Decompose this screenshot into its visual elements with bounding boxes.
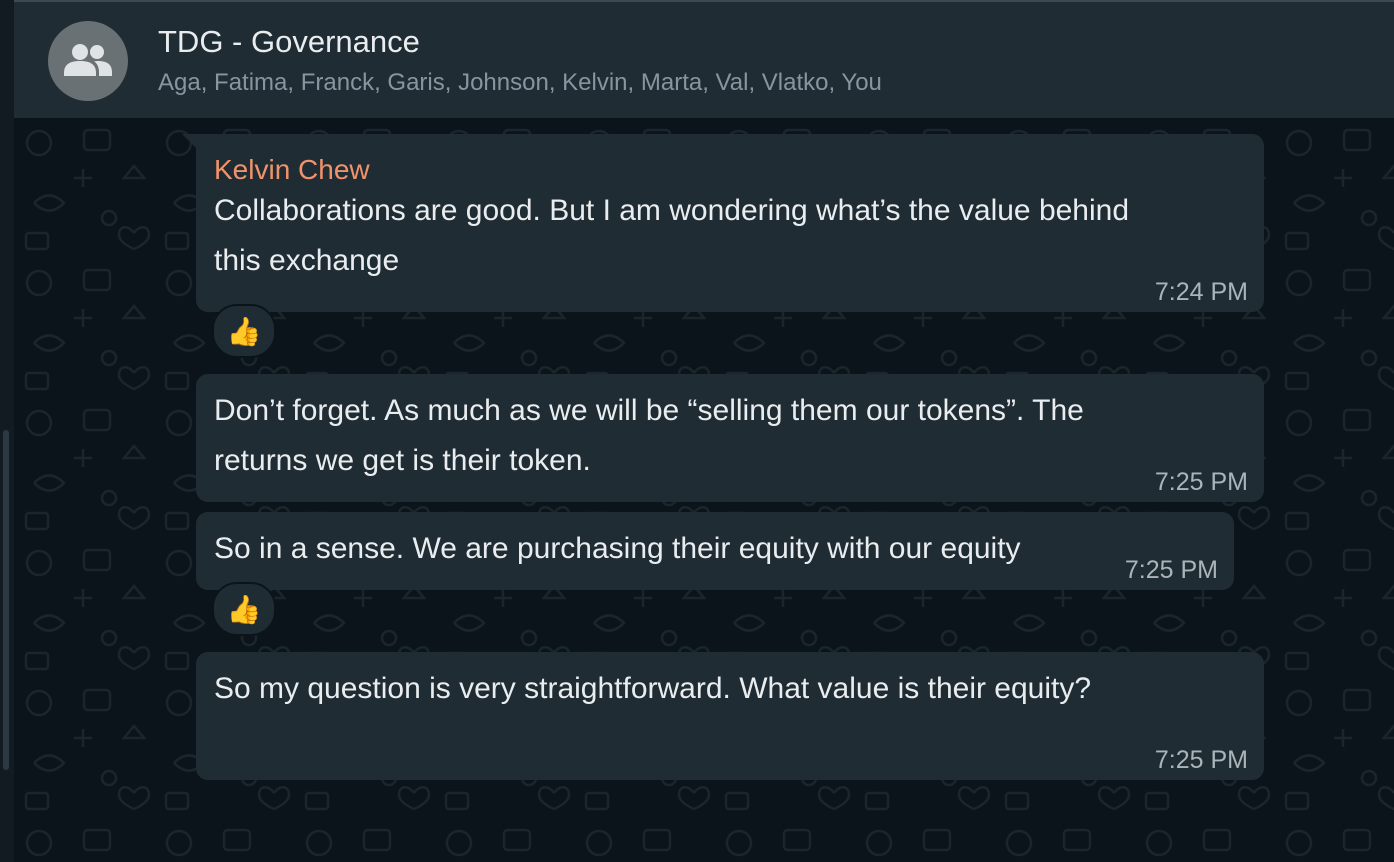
message-text-line: returns we get is their token. <box>214 444 591 477</box>
message-timestamp: 7:25 PM <box>1154 468 1248 496</box>
message-bubble[interactable]: Don’t forget. As much as we will be “sel… <box>196 374 1264 502</box>
message-text-line: this exchange <box>214 244 400 277</box>
group-icon <box>64 44 112 76</box>
thumbs-up-icon: 👍 <box>226 315 262 347</box>
message-timestamp: 7:24 PM <box>1154 278 1248 306</box>
group-avatar[interactable] <box>48 21 128 101</box>
message-list[interactable]: Kelvin Chew Collaborations are good. But… <box>14 118 1394 862</box>
message-bubble[interactable]: So my question is very straightforward. … <box>196 652 1264 780</box>
message-text-line: So my question is very straightforward. … <box>214 672 1092 705</box>
message-bubble[interactable]: So in a sense. We are purchasing their e… <box>196 512 1234 590</box>
scrollbar-thumb[interactable] <box>3 430 9 770</box>
sender-name[interactable]: Kelvin Chew <box>214 154 1246 186</box>
thumbs-up-icon: 👍 <box>226 593 262 625</box>
reaction-thumbs-up[interactable]: 👍 <box>212 582 276 636</box>
message-text-line: Collaborations are good. But I am wonder… <box>214 194 1130 227</box>
message-timestamp: 7:25 PM <box>1154 746 1248 774</box>
bubble-tail <box>182 134 198 150</box>
reaction-thumbs-up[interactable]: 👍 <box>212 304 276 358</box>
message-timestamp: 7:25 PM <box>1124 556 1218 584</box>
group-members: Aga, Fatima, Franck, Garis, Johnson, Kel… <box>158 69 882 96</box>
chat-title[interactable]: TDG - Governance <box>158 24 420 60</box>
message-text-line: So in a sense. We are purchasing their e… <box>214 532 1021 565</box>
message-text-line: Don’t forget. As much as we will be “sel… <box>214 394 1084 427</box>
message-bubble[interactable]: Kelvin Chew Collaborations are good. But… <box>196 134 1264 312</box>
chat-header[interactable]: TDG - Governance Aga, Fatima, Franck, Ga… <box>14 0 1394 118</box>
